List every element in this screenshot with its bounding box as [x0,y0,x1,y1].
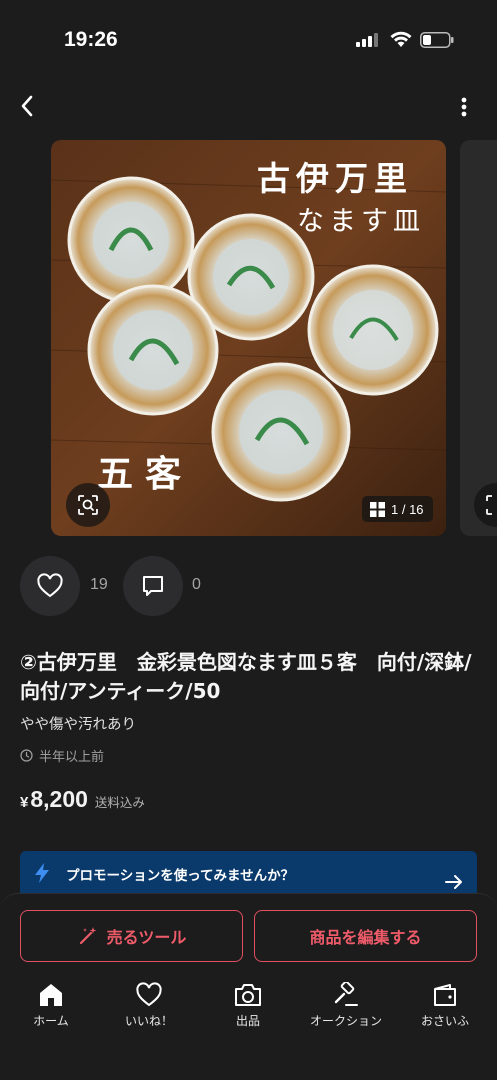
image-calligraphy-count: 五客 [97,453,193,495]
sell-tools-button[interactable]: 売るツール [20,910,243,962]
like-count: 19 [90,576,108,593]
currency-symbol: ¥ [20,794,29,811]
edit-item-button[interactable]: 商品を編集する [254,910,477,962]
item-price: 8,200 [30,786,88,812]
grid-icon [370,501,385,517]
bottom-action-sheet: 売るツール 商品を編集する ホーム いいね！ 出品 オークション おさいふ [0,893,497,1080]
image-calligraphy-subtitle: なます皿 [297,206,425,237]
tab-likes[interactable]: いいね！ [104,982,194,1029]
arrow-right-icon [445,875,462,889]
tab-auction[interactable]: オークション [301,982,391,1029]
tab-wallet-label: おさいふ [420,1014,469,1028]
tab-auction-label: オークション [309,1014,382,1028]
image-gallery[interactable]: 古伊万里 なます皿 五客 1 / 16 [0,140,497,538]
image-search-button[interactable] [66,483,110,527]
lightning-icon [35,863,49,883]
battery-icon [420,32,454,48]
back-arrow-icon[interactable] [14,90,44,122]
tab-sell-label: 出品 [235,1014,260,1028]
item-condition: やや傷や汚れあり [20,717,136,733]
status-bar: 19:26 [0,0,497,80]
camera-icon [235,984,261,1006]
comment-count: 0 [192,576,201,593]
clock-icon [20,749,33,762]
wifi-icon [390,31,412,47]
bottom-tab-bar: ホーム いいね！ 出品 オークション おさいふ [0,982,497,1042]
scan-search-icon [78,495,98,515]
more-vertical-icon[interactable] [452,92,476,122]
comment-button[interactable] [123,556,183,616]
posted-time-text: 半年以上前 [39,750,105,765]
shipping-note: 送料込み [94,795,145,810]
home-icon [40,984,62,1006]
promotion-text: プロモーションを使ってみませんか？ [66,868,295,884]
image-page-counter[interactable]: 1 / 16 [362,496,433,522]
signal-icon [356,33,378,47]
image-calligraphy-title: 古伊万里 [257,159,413,198]
tab-wallet[interactable]: おさいふ [400,982,490,1029]
tab-sell[interactable]: 出品 [203,982,293,1029]
heart-icon [136,982,162,1007]
scan-search-icon [486,495,492,515]
tab-home-label: ホーム [33,1014,69,1028]
magic-wand-icon [79,927,97,945]
item-title: ②古伊万里 金彩景色図なます皿５客 向付/深鉢/向付/アンティーク/50 [20,650,472,703]
nav-bar [0,84,497,128]
status-time: 19:26 [64,28,118,51]
tab-home[interactable]: ホーム [6,982,96,1029]
gavel-icon [334,982,358,1006]
plates-photo-illustration: 古伊万里 なます皿 五客 [51,140,446,536]
reactions-row: 19 0 [20,556,480,616]
heart-icon [37,573,63,598]
product-photo[interactable]: 古伊万里 なます皿 五客 [51,140,446,536]
page-counter-text: 1 / 16 [391,501,424,517]
next-product-photo[interactable] [460,140,497,536]
comment-icon [143,576,163,596]
wallet-icon [434,984,456,1006]
posted-time: 半年以上前 [20,746,104,765]
tab-likes-label: いいね！ [124,1014,173,1028]
like-button[interactable] [20,556,80,616]
edit-item-label: 商品を編集する [309,928,422,947]
price-row: ¥ 8,200 送料込み [20,786,145,813]
sell-tools-label: 売るツール [106,928,187,947]
